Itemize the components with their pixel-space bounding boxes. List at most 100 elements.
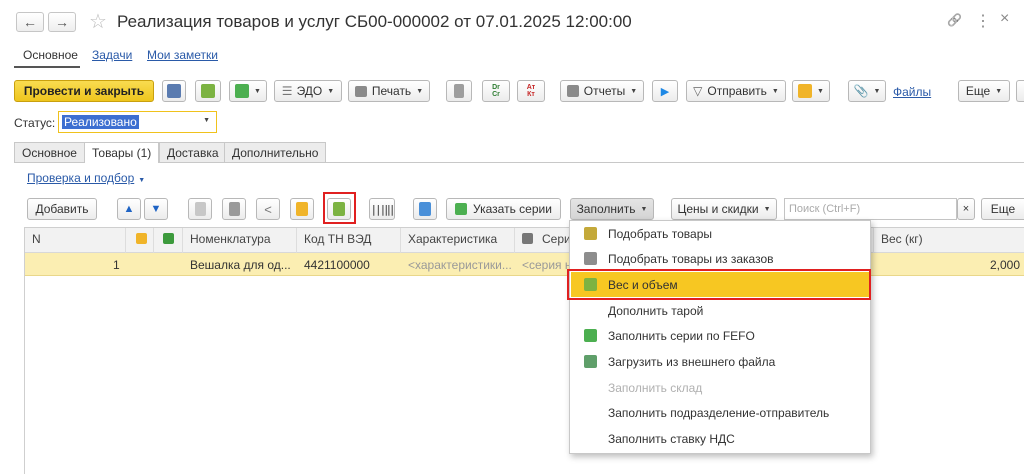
route-button[interactable]: ▶ <box>652 80 678 102</box>
highlight-box-menu <box>567 269 871 300</box>
menu-item-fill-vat[interactable]: Заполнить ставку НДС <box>570 426 870 451</box>
more-actions-icon[interactable]: ⋮ <box>975 11 991 31</box>
search-input[interactable]: Поиск (Ctrl+F) <box>784 198 957 220</box>
menu-item-add-tare[interactable]: Дополнить тарой <box>570 298 870 323</box>
tab-goods[interactable]: Товары (1) <box>84 142 160 163</box>
edo-label: ЭДО <box>296 84 323 98</box>
table-more-button[interactable]: Еще <box>981 198 1024 220</box>
dropdown-arrow-icon: ▼ <box>763 205 771 213</box>
menu-label: Заполнить ставку НДС <box>608 432 735 446</box>
prices-discounts-button[interactable]: Цены и скидки ▼ <box>671 198 777 220</box>
link-icon[interactable]: 🔗 <box>947 13 962 27</box>
back-button[interactable]: ← <box>16 12 44 32</box>
tab-notes[interactable]: Мои заметки <box>147 48 218 62</box>
menu-label: Заполнить серии по FEFO <box>608 329 755 343</box>
col-header-n[interactable]: N <box>32 232 41 246</box>
page-title: Реализация товаров и услуг СБ00-000002 о… <box>117 12 632 31</box>
back-arrow-icon: ← <box>23 14 37 30</box>
check-and-pick-link[interactable]: Проверка и подбор ▼ <box>27 171 145 185</box>
tab-additional[interactable]: Дополнительно <box>224 142 327 162</box>
reports-label: Отчеты <box>583 84 626 98</box>
dropdown-arrow-icon: ▼ <box>771 87 779 95</box>
dropdown-arrow-icon: ▼ <box>995 87 1003 95</box>
check-button[interactable] <box>413 198 437 220</box>
prices-discounts-label: Цены и скидки <box>677 202 759 216</box>
status-field[interactable]: Реализовано ▼ <box>58 111 217 133</box>
active-tab-underline <box>14 66 80 68</box>
edo-button[interactable]: ☰ ЭДО ▼ <box>274 80 342 102</box>
col-header-characteristic[interactable]: Характеристика <box>408 232 497 246</box>
col-icon-pick <box>136 233 147 244</box>
favorite-star-icon[interactable]: ☆ <box>89 9 107 34</box>
col-header-nomenclature[interactable]: Номенклатура <box>190 232 271 246</box>
cell-code[interactable]: 4421100000 <box>304 258 370 272</box>
tab-tasks[interactable]: Задачи <box>92 48 132 62</box>
template-icon <box>798 84 813 98</box>
fill-button[interactable]: Заполнить ▼ <box>570 198 654 220</box>
send-button[interactable]: ▽ Отправить ▼ <box>686 80 786 102</box>
reports-button[interactable]: Отчеты ▼ <box>560 80 644 102</box>
forward-button[interactable]: → <box>48 12 76 32</box>
dropdown-arrow-icon: ▼ <box>327 87 335 95</box>
menu-item-load-external-file[interactable]: Загрузить из внешнего файла <box>570 349 870 374</box>
cell-n[interactable]: 1 <box>113 258 120 272</box>
menu-label: Заполнить подразделение-отправитель <box>608 406 830 420</box>
close-icon[interactable]: × <box>1000 10 1009 28</box>
search-clear-button[interactable]: × <box>957 198 975 220</box>
dropdown-arrow-icon: ▼ <box>817 87 824 95</box>
chevron-down-icon[interactable]: ▼ <box>203 117 210 124</box>
copy-row-button[interactable] <box>188 198 212 220</box>
structure-button[interactable] <box>446 80 472 102</box>
col-header-series[interactable]: Сери <box>542 232 571 246</box>
post-button[interactable] <box>195 80 221 102</box>
paste-row-button[interactable] <box>222 198 246 220</box>
search-placeholder: Поиск (Ctrl+F) <box>789 203 861 215</box>
tab-doc-main[interactable]: Основное <box>14 142 85 162</box>
move-down-button[interactable]: ▼ <box>144 198 168 220</box>
menu-label: Загрузить из внешнего файла <box>608 355 776 369</box>
files-link[interactable]: Файлы <box>893 85 931 99</box>
menu-item-fill-department[interactable]: Заполнить подразделение-отправитель <box>570 400 870 425</box>
create-based-on-button[interactable]: ▼ <box>229 80 267 102</box>
cell-characteristic[interactable]: <характеристики... <box>408 258 512 272</box>
dt-kt-button[interactable]: Dr Cr <box>482 80 510 102</box>
tab-main[interactable]: Основное <box>23 48 78 62</box>
post-and-close-button[interactable]: Провести и закрыть <box>14 80 154 102</box>
col-header-code[interactable]: Код ТН ВЭД <box>304 232 371 246</box>
series-icon <box>584 329 597 342</box>
col-header-weight[interactable]: Вес (кг) <box>881 232 923 246</box>
menu-label: Подобрать товары <box>608 227 712 241</box>
save-button[interactable] <box>162 80 186 102</box>
pick-button[interactable] <box>290 198 314 220</box>
attach-button[interactable]: 📎 ▼ <box>848 80 886 102</box>
forward-arrow-icon: → <box>55 14 69 30</box>
send-icon: ▽ <box>693 84 703 98</box>
cell-series[interactable]: <серия н <box>522 258 572 272</box>
print-button[interactable]: Печать ▼ <box>348 80 430 102</box>
specify-series-button[interactable]: Указать серии <box>446 198 561 220</box>
template-button[interactable]: ▼ <box>792 80 830 102</box>
weight-volume-button[interactable] <box>327 198 351 220</box>
at-kt-button[interactable]: Ат Кт <box>517 80 545 102</box>
menu-label: Подобрать товары из заказов <box>608 252 774 266</box>
add-row-button[interactable]: Добавить <box>27 198 97 220</box>
more-button[interactable]: Еще ▼ <box>958 80 1010 102</box>
cell-nomenclature[interactable]: Вешалка для од... <box>190 258 291 272</box>
share-button[interactable]: < <box>256 198 280 220</box>
more-label: Еще <box>965 84 991 98</box>
paperclip-icon: 📎 <box>853 84 869 98</box>
dropdown-arrow-icon: ▼ <box>138 177 146 184</box>
move-up-button[interactable]: ▲ <box>117 198 141 220</box>
menu-item-pick-goods[interactable]: Подобрать товары <box>570 221 870 246</box>
menu-item-pick-from-orders[interactable]: Подобрать товары из заказов <box>570 246 870 271</box>
weight-volume-icon <box>333 202 345 216</box>
help-button[interactable] <box>1016 80 1024 102</box>
menu-item-fill-series-fefo[interactable]: Заполнить серии по FEFO <box>570 323 870 348</box>
tab-delivery[interactable]: Доставка <box>159 142 227 162</box>
cell-weight[interactable]: 2,000 <box>990 258 1020 272</box>
tabs-baseline <box>14 162 1024 163</box>
floppy-icon <box>167 84 181 98</box>
dt-kt-icon: Dr Cr <box>492 84 500 98</box>
edo-icon: ☰ <box>281 84 293 98</box>
barcode-button[interactable]: |||‖| <box>369 198 396 220</box>
